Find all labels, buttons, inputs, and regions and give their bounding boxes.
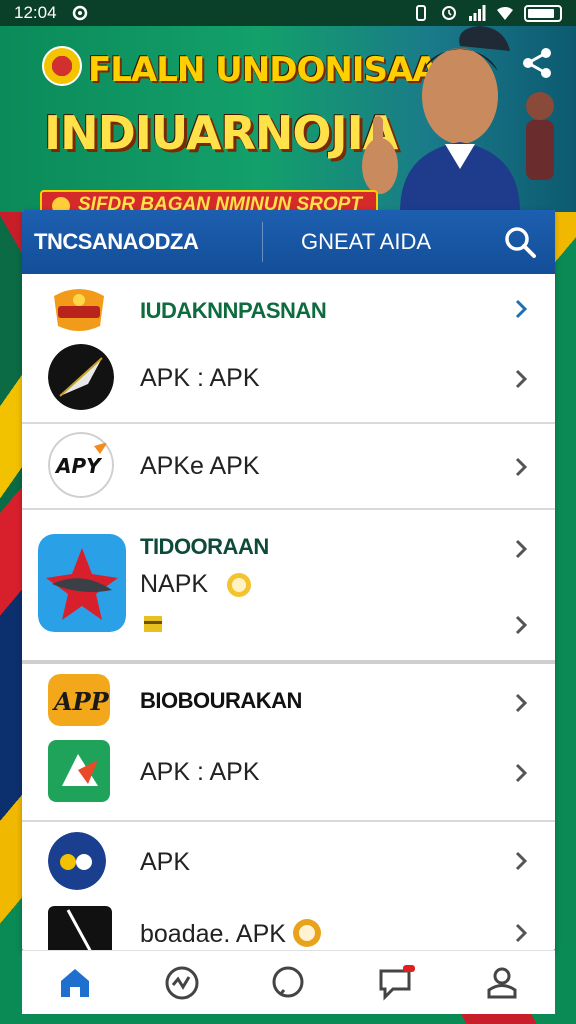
- tab-bar: TNCSANAODZA GNEAT AIDA: [22, 210, 555, 274]
- list-item-4[interactable]: APK : APK: [22, 736, 555, 820]
- list-item-3[interactable]: TIDOORAAN NAPK: [22, 510, 555, 660]
- status-time: 12:04: [14, 3, 57, 22]
- status-bar: 12:04: [0, 0, 576, 26]
- chevron-right-icon[interactable]: [513, 538, 529, 560]
- item-label-1: APK : APK: [140, 364, 260, 392]
- section-header-1: IUDAKNNPASNAN: [140, 298, 327, 323]
- item-label-4: APK : APK: [140, 758, 260, 786]
- item-label-3: NAPK: [140, 570, 209, 598]
- item-label-5: APK: [140, 848, 191, 876]
- bottom-navigation: [22, 950, 555, 1014]
- item-label-6: boadae. APK: [140, 920, 286, 948]
- nav-profile[interactable]: [480, 961, 524, 1005]
- notification-icon: [72, 5, 87, 21]
- chevron-right-icon[interactable]: [513, 692, 529, 714]
- app-logo-icon: APP: [48, 674, 110, 726]
- list-item-5[interactable]: APK: [22, 822, 555, 898]
- list-item-6[interactable]: boadae. APK: [22, 898, 555, 950]
- section-header-3: BIOBOURAKAN: [140, 688, 302, 713]
- award-badge-icon: [227, 573, 251, 597]
- chevron-right-icon[interactable]: [513, 298, 529, 320]
- nav-messages[interactable]: [373, 961, 417, 1005]
- badge-logo-icon: [54, 289, 104, 331]
- promo-banner[interactable]: FLALN UNDONISAA INDIUARNOJIA SIFDR BAGAN…: [0, 26, 576, 212]
- nav-home[interactable]: [53, 961, 97, 1005]
- alarm-icon: [442, 6, 456, 20]
- chevron-right-icon[interactable]: [513, 456, 529, 478]
- section-row-1[interactable]: IUDAKNNPASNAN: [22, 280, 555, 336]
- award-badge-icon: [293, 919, 321, 947]
- chevron-right-icon[interactable]: [513, 614, 529, 636]
- chevron-right-icon[interactable]: [513, 922, 529, 944]
- tab-secondary[interactable]: GNEAT AIDA: [263, 229, 463, 255]
- svg-text:APY: APY: [54, 454, 103, 478]
- section-header-2: TIDOORAAN: [140, 534, 269, 559]
- tab-primary[interactable]: TNCSANAODZA: [22, 229, 262, 255]
- nav-chat[interactable]: [266, 961, 310, 1005]
- circle-app-icon: [48, 832, 106, 890]
- list-item-1[interactable]: APK : APK: [22, 336, 555, 422]
- activity-icon: [165, 966, 199, 999]
- home-icon: [61, 968, 90, 997]
- chat-bubble-icon: [272, 966, 304, 997]
- chevron-right-icon[interactable]: [513, 368, 529, 390]
- section-row-3[interactable]: APP BIOBOURAKAN: [22, 664, 555, 736]
- search-icon[interactable]: [503, 225, 537, 259]
- quill-app-icon: [48, 344, 114, 410]
- share-icon[interactable]: [520, 46, 554, 80]
- notification-dot: [403, 964, 416, 972]
- triangle-app-icon: [48, 740, 110, 802]
- apy-app-icon: APY: [48, 432, 114, 498]
- profile-icon: [487, 967, 517, 998]
- vibrate-icon: [416, 5, 426, 21]
- nav-activity[interactable]: [160, 961, 204, 1005]
- star-app-icon: [38, 534, 126, 632]
- app-list-card: TNCSANAODZA GNEAT AIDA IUDAKNNPASNAN APK…: [22, 210, 555, 950]
- banner-subtitle-pill[interactable]: SIFDR BAGAN NMINUN SROPT: [40, 190, 378, 212]
- dark-app-icon: [48, 906, 112, 950]
- battery-icon: [524, 4, 562, 22]
- chevron-right-icon[interactable]: [513, 762, 529, 784]
- emblem-icon: [42, 46, 82, 86]
- svg-text:APP: APP: [52, 687, 110, 716]
- chevron-right-icon[interactable]: [513, 850, 529, 872]
- item-label-2: APKe APK: [140, 452, 260, 480]
- list-item-2[interactable]: APY APKe APK: [22, 424, 555, 508]
- signal-icon: [469, 5, 486, 21]
- wifi-icon: [497, 6, 513, 20]
- package-icon: [144, 616, 162, 632]
